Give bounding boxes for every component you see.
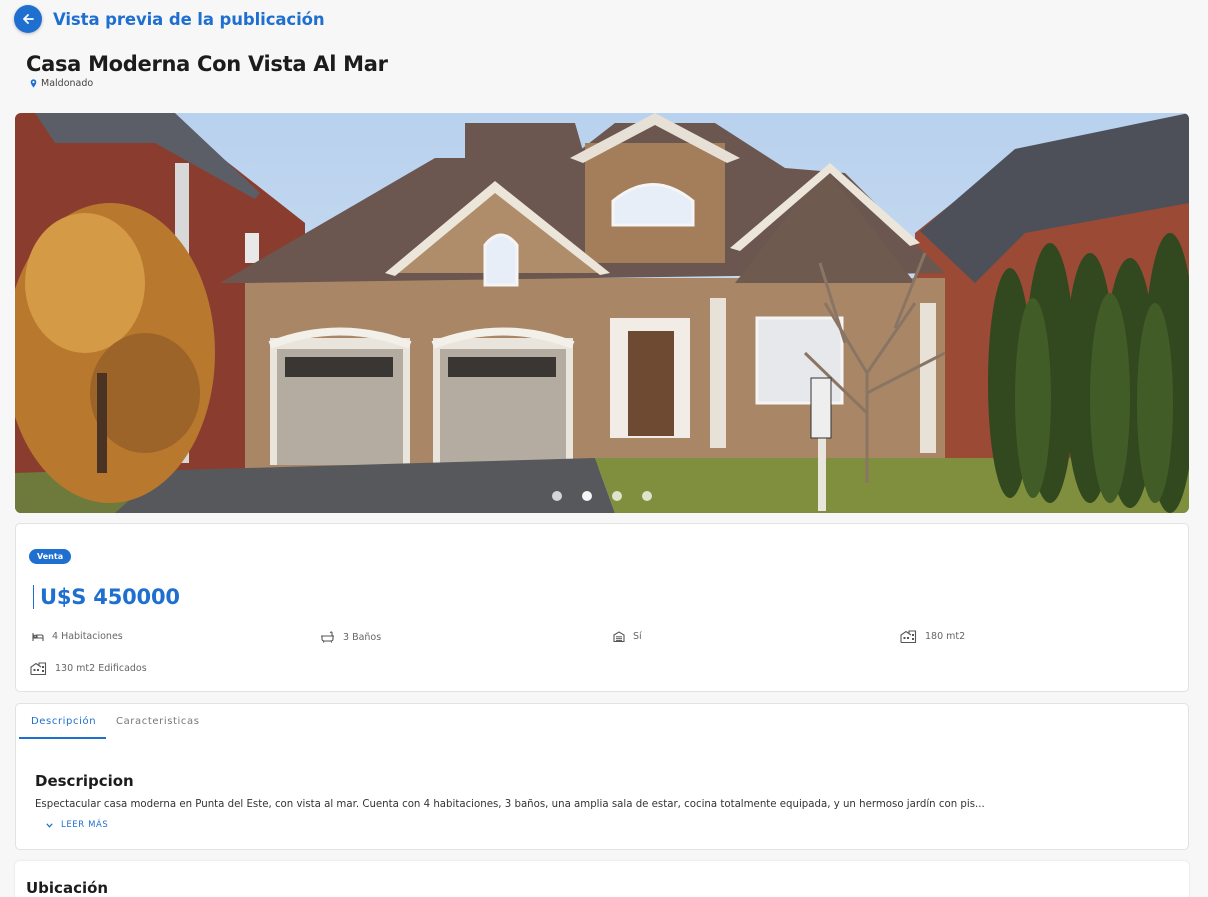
active-tab-indicator [19,737,106,739]
photo-gallery[interactable] [15,113,1189,513]
bathtub-icon [321,631,334,643]
gallery-dot-active[interactable] [582,491,592,501]
house-photo [15,113,1189,513]
property-price: U$S 450000 [33,585,180,609]
property-location: Maldonado [30,78,93,89]
map-pin-icon [30,79,37,88]
building-icon [30,662,47,675]
tab-characteristics[interactable]: Caracteristicas [116,716,200,727]
feature-built-area: 130 mt2 Edificados [30,662,147,675]
description-text: Espectacular casa moderna en Punta del E… [35,799,985,810]
arrow-left-icon [23,14,34,24]
operation-badge: Venta [29,549,72,564]
feature-bathrooms: 3 Baños [320,631,381,643]
gallery-dot[interactable] [552,491,562,501]
chevron-down-icon [46,822,53,828]
feature-total-area: 180 mt2 [900,630,965,643]
location-card: Ubicación [15,861,1189,897]
feature-bedrooms: 4 Habitaciones [32,631,123,642]
feature-label: 180 mt2 [925,631,966,642]
property-info-card: Venta U$S 450000 4 Habitaciones 3 Baños … [15,523,1189,692]
top-bar: Vista previa de la publicación [14,5,325,33]
read-more-label: LEER MÁS [61,820,109,830]
read-more-button[interactable]: LEER MÁS [46,820,108,830]
feature-label: 130 mt2 Edificados [55,663,147,674]
description-heading: Descripcion [35,772,134,790]
back-button[interactable] [14,5,42,33]
bed-icon [32,632,44,641]
tab-description[interactable]: Descripción [31,716,96,727]
gallery-dots [15,491,1189,501]
location-label: Maldonado [41,78,94,89]
page-header-title: Vista previa de la publicación [53,9,325,29]
gallery-dot[interactable] [612,491,622,501]
feature-label: 3 Baños [343,631,382,643]
feature-label: Sí [633,631,642,642]
building-icon [900,630,917,643]
garage-icon [613,631,625,642]
gallery-dot[interactable] [642,491,652,501]
property-title: Casa Moderna Con Vista Al Mar [26,52,388,76]
feature-garage: Sí [613,631,642,642]
feature-label: 4 Habitaciones [52,631,123,642]
location-section-title: Ubicación [26,879,109,897]
details-tabs-card: Descripción Caracteristicas Descripcion … [15,703,1189,850]
